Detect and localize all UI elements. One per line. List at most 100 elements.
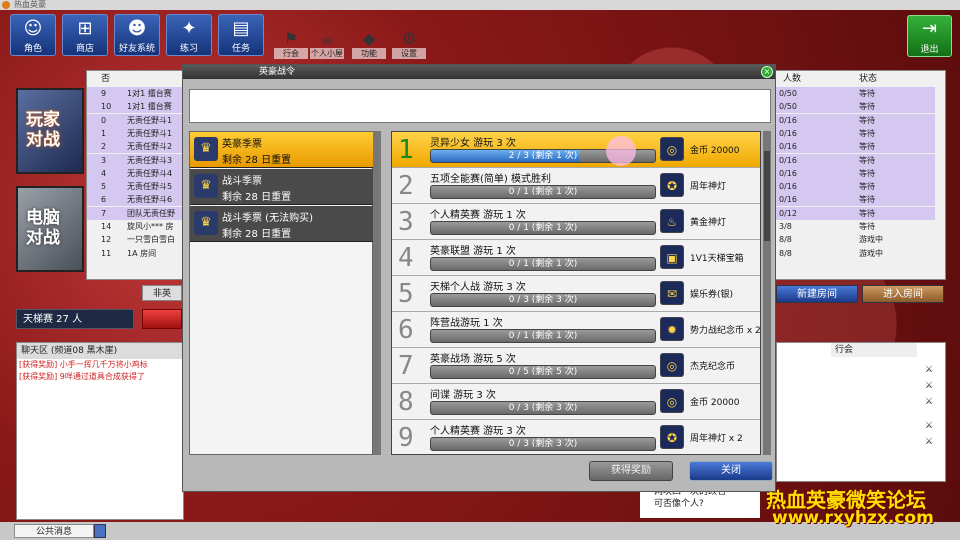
task-description: 天梯个人战 游玩 3 次 xyxy=(430,282,526,293)
task-row[interactable]: 3 个人精英赛 游玩 1 次 0 / 1 (剩余 1 次) ♨ 黄金神灯 xyxy=(392,204,760,240)
room-status: 等待 xyxy=(859,142,875,152)
non-room-tab[interactable]: 非英 xyxy=(142,285,182,301)
ticket-reset: 剩余 28 日重置 xyxy=(222,192,292,203)
ticket-item[interactable]: ♛ 英豪季票 剩余 28 日重置 xyxy=(190,132,374,168)
computer-battle-label: 电脑 对战 xyxy=(26,208,60,248)
task-progress-bar: 0 / 3 (剩余 3 次) xyxy=(430,437,656,451)
lamp-icon: ✪ xyxy=(660,425,684,449)
ticket-item[interactable]: ♛ 战斗季票 剩余 28 日重置 xyxy=(190,169,374,205)
coin-icon: ◎ xyxy=(660,137,684,161)
chevron-down-icon[interactable] xyxy=(94,524,106,538)
medal-icon: ✹ xyxy=(660,317,684,341)
task-row[interactable]: 4 英豪联盟 游玩 1 次 0 / 1 (剩余 1 次) ▣ 1V1天梯宝箱 xyxy=(392,240,760,276)
task-number: 3 xyxy=(398,207,414,237)
room-name: 无责任野斗1 xyxy=(127,128,173,138)
task-progress-text: 0 / 1 (剩余 1 次) xyxy=(508,259,578,269)
room-players: 0/16 xyxy=(779,115,797,125)
window-titlebar: 热血英豪 xyxy=(0,0,960,10)
room-num: 2 xyxy=(101,142,107,152)
small-nav-label: 设置 xyxy=(392,48,426,59)
close-button[interactable]: 关闭 xyxy=(689,461,773,481)
nav-label: 好友系统 xyxy=(118,44,155,54)
task-progress-text: 0 / 1 (剩余 1 次) xyxy=(508,331,578,341)
public-message-select[interactable]: 公共消息 xyxy=(14,524,94,538)
ticket-reset: 剩余 28 日重置 xyxy=(222,229,292,240)
nav-label: 角色 xyxy=(23,44,42,54)
house-button[interactable]: ☕ 个人小屋 xyxy=(310,30,344,60)
room-name: 无责任野斗1 xyxy=(127,115,173,125)
claim-reward-button[interactable]: 获得奖励 xyxy=(589,461,673,481)
exit-button[interactable]: ⇥ 退出 xyxy=(907,15,952,57)
room-status: 等待 xyxy=(859,155,875,165)
task-progress-bar: 0 / 1 (剩余 1 次) xyxy=(430,185,656,199)
room-players: 0/50 xyxy=(779,89,797,98)
room-name: 无责任野斗3 xyxy=(127,155,173,165)
battle-pass-dialog: 英豪战令 × ♛ 英豪季票 剩余 28 日重置 ♛ 战斗季票 剩余 28 日重置 ♛… xyxy=(182,64,776,492)
red-button[interactable] xyxy=(142,309,182,329)
nav-shop-button[interactable]: ⊞ 商店 xyxy=(62,14,108,56)
task-scrollbar[interactable] xyxy=(763,131,771,455)
room-name: 1A 房间 xyxy=(127,248,157,258)
task-description: 五项全能赛(简单) 模式胜利 xyxy=(430,174,551,185)
task-number: 8 xyxy=(398,387,414,417)
player-battle-mode[interactable]: 玩家 对战 xyxy=(16,88,84,174)
exit-icon: ⇥ xyxy=(921,18,938,39)
ticket-item[interactable]: ♛ 战斗季票 (无法购买) 剩余 28 日重置 xyxy=(190,206,374,242)
nav-friends-button[interactable]: ☻ 好友系统 xyxy=(114,14,160,56)
room-num: 14 xyxy=(101,222,112,231)
new-room-button[interactable]: 新建房间 xyxy=(776,285,858,303)
function-button[interactable]: ◆ 功能 xyxy=(352,30,386,60)
guild-tab[interactable]: 行会 xyxy=(831,343,917,357)
sword-icon: ⚔ xyxy=(925,397,934,407)
task-reward: 金币 20000 xyxy=(690,146,740,156)
person-icon: ☺ xyxy=(23,18,43,39)
task-number: 2 xyxy=(398,171,414,201)
ticket-scrollbar[interactable] xyxy=(373,131,381,455)
computer-battle-mode[interactable]: 电脑 对战 xyxy=(16,186,84,272)
task-description: 灵异少女 游玩 3 次 xyxy=(430,138,516,149)
room-players: 0/16 xyxy=(779,195,797,205)
header-status: 状态 xyxy=(859,74,878,84)
guild-button[interactable]: ⚑ 行会 xyxy=(274,30,308,60)
guild-panel: 行会 ⚔ ⚔ ⚔ ⚔ ⚔ xyxy=(776,342,946,482)
nav-practice-button[interactable]: ✦ 练习 xyxy=(166,14,212,56)
watermark-url: www.rxyhzx.com xyxy=(772,508,934,528)
room-num: 6 xyxy=(101,195,107,205)
settings-button[interactable]: ⚙ 设置 xyxy=(392,30,426,60)
task-row[interactable]: 5 天梯个人战 游玩 3 次 0 / 3 (剩余 3 次) ✉ 娱乐券(银) xyxy=(392,276,760,312)
ticket-reset: 剩余 28 日重置 xyxy=(222,155,292,166)
room-num: 4 xyxy=(101,168,107,178)
practice-icon: ✦ xyxy=(181,18,197,39)
scroll-thumb[interactable] xyxy=(764,151,770,241)
room-status: 游戏中 xyxy=(859,248,883,258)
nav-task-button[interactable]: ▤ 任务 xyxy=(218,14,264,56)
news-item[interactable]: 可否像个人? xyxy=(640,498,760,510)
task-row[interactable]: 2 五项全能赛(简单) 模式胜利 0 / 1 (剩余 1 次) ✪ 周年神灯 xyxy=(392,168,760,204)
room-status: 等待 xyxy=(859,222,875,231)
task-row[interactable]: 8 间谍 游玩 3 次 0 / 3 (剩余 3 次) ◎ 金币 20000 xyxy=(392,384,760,420)
close-icon[interactable]: × xyxy=(761,66,773,78)
ticket-icon: ♛ xyxy=(194,211,218,235)
room-players: 3/8 xyxy=(779,222,792,231)
task-reward: 周年神灯 x 2 xyxy=(690,434,743,444)
chat-title: 聊天区 (频道08 黑木崖) xyxy=(17,343,183,359)
room-players: 8/8 xyxy=(779,248,792,258)
task-description: 个人精英赛 游玩 1 次 xyxy=(430,210,526,221)
task-description: 英豪联盟 游玩 1 次 xyxy=(430,246,516,257)
chat-line: [获得奖励] 9咩通过道具合成获得了 xyxy=(19,372,145,381)
task-row[interactable]: 9 个人精英赛 游玩 3 次 0 / 3 (剩余 3 次) ✪ 周年神灯 x 2 xyxy=(392,420,760,454)
friends-icon: ☻ xyxy=(127,18,147,39)
room-num: 5 xyxy=(101,182,107,192)
task-list: 1 灵异少女 游玩 3 次 2 / 3 (剩余 1 次) ◎ 金币 20000 2… xyxy=(391,131,761,455)
lamp-icon: ✪ xyxy=(660,173,684,197)
enter-room-button[interactable]: 进入房间 xyxy=(862,285,944,303)
task-progress-text: 0 / 1 (剩余 1 次) xyxy=(508,187,578,197)
ticket-name: 英豪季票 xyxy=(222,139,262,150)
task-row[interactable]: 1 灵异少女 游玩 3 次 2 / 3 (剩余 1 次) ◎ 金币 20000 xyxy=(392,132,760,168)
task-reward: 杰克纪念币 xyxy=(690,362,736,372)
task-row[interactable]: 6 阵营战游玩 1 次 0 / 1 (剩余 1 次) ✹ 势力战纪念币 x 2 xyxy=(392,312,760,348)
nav-character-button[interactable]: ☺ 角色 xyxy=(10,14,56,56)
task-reward: 娱乐券(银) xyxy=(690,290,734,300)
task-row[interactable]: 7 英豪战场 游玩 5 次 0 / 5 (剩余 5 次) ◎ 杰克纪念币 xyxy=(392,348,760,384)
room-num: 1 xyxy=(101,128,107,138)
